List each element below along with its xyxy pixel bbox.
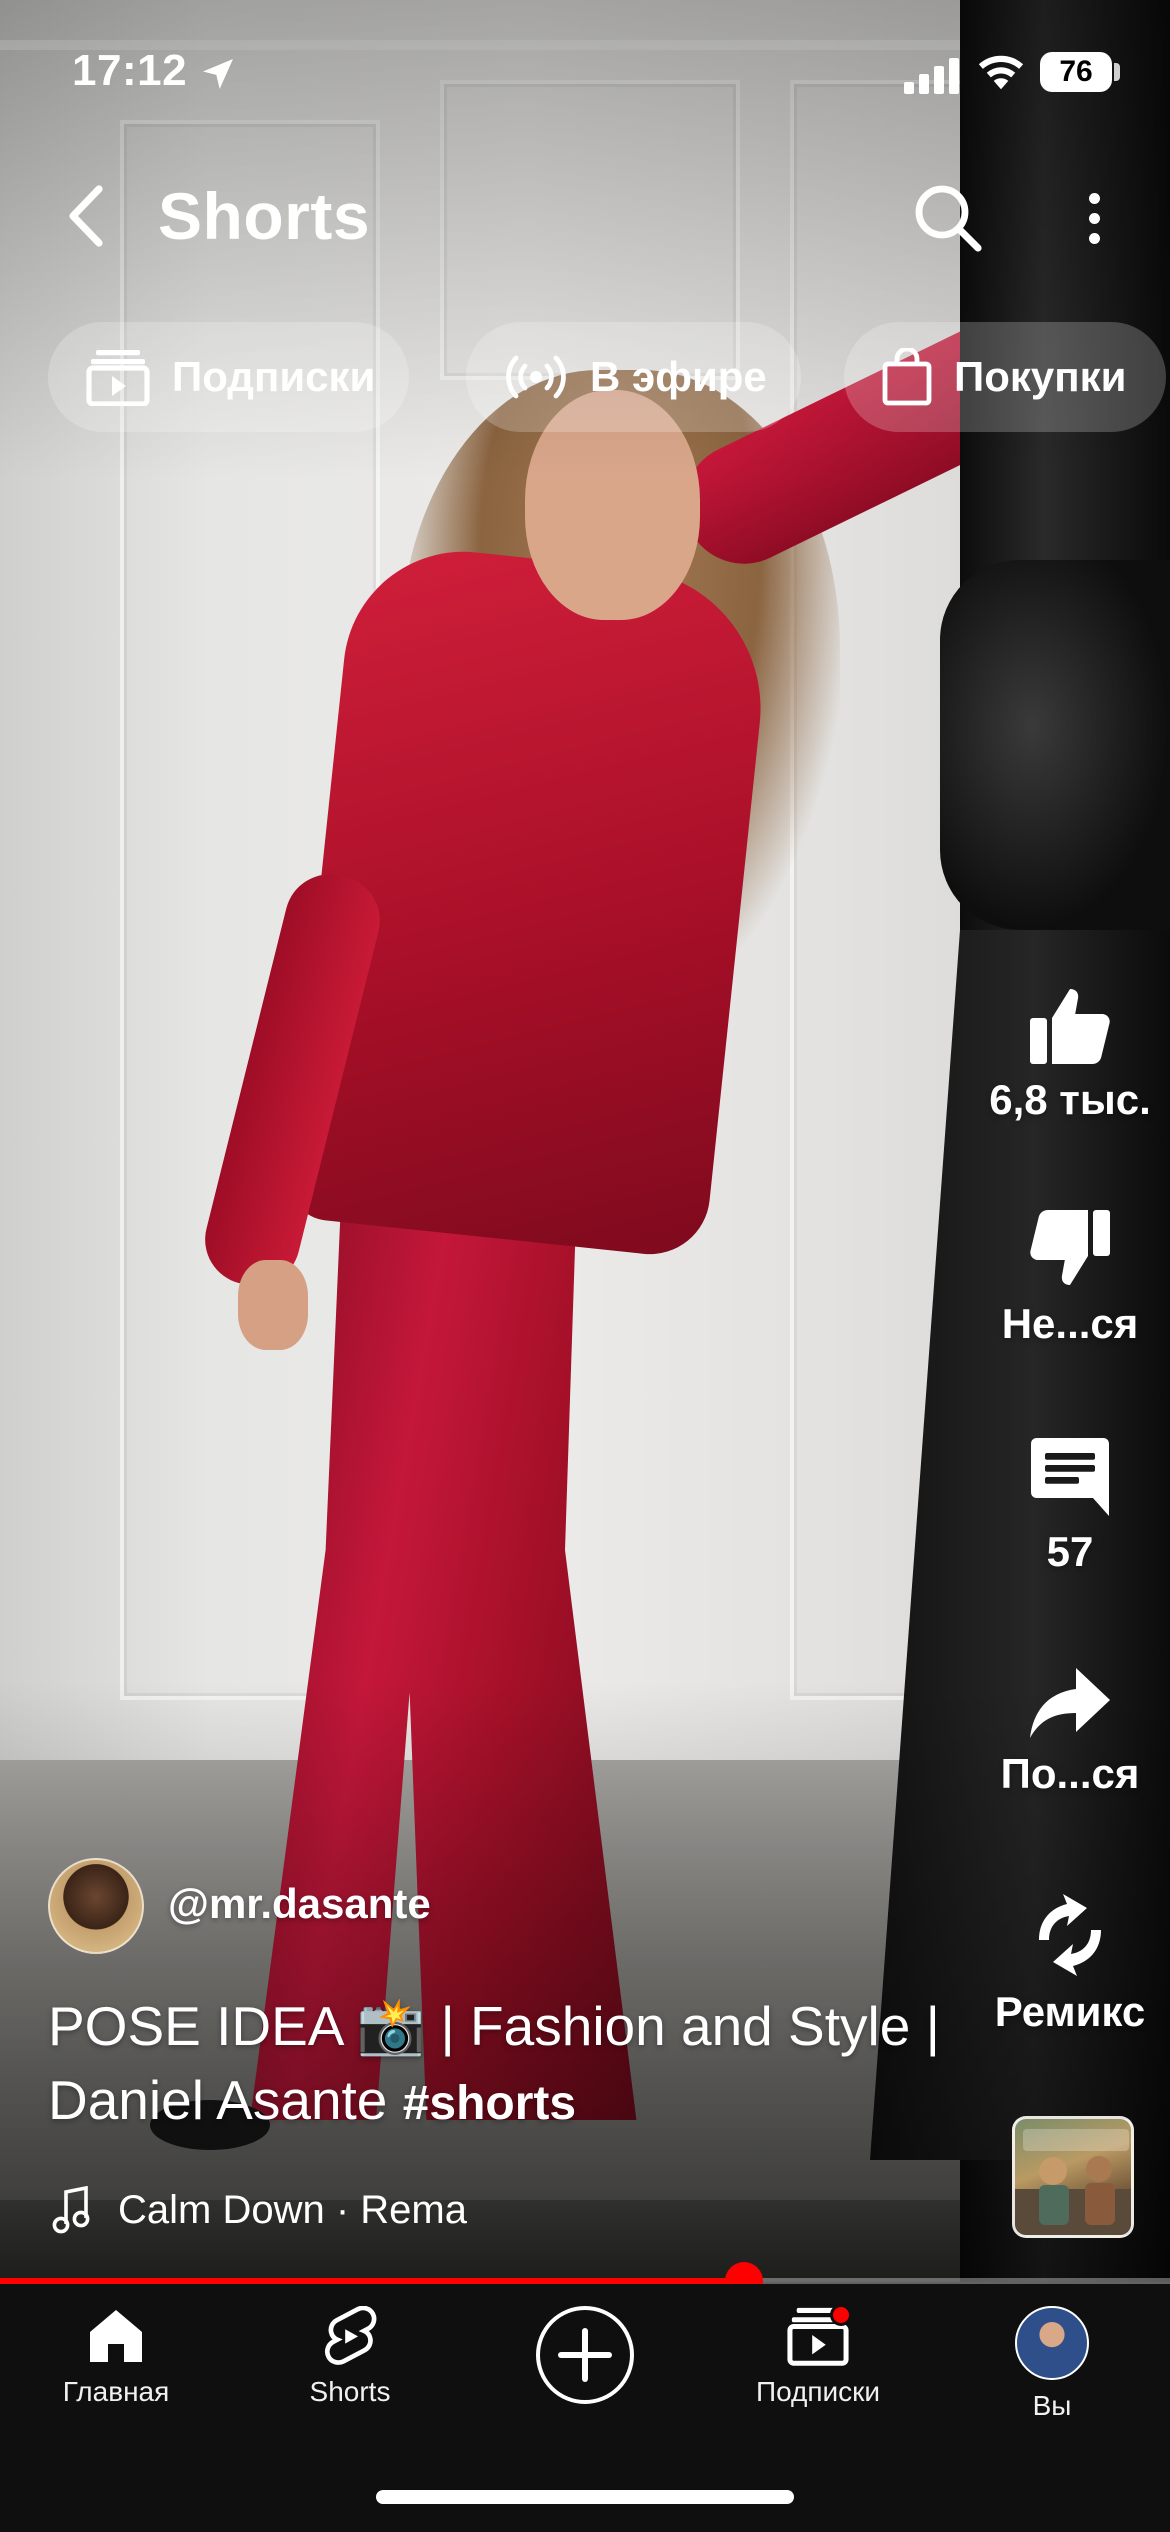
channel-avatar[interactable] <box>48 1858 144 1954</box>
dislike-label: Не...ся <box>1001 1300 1139 1347</box>
bottom-tab-bar: Главная Shorts Подписки Вы <box>0 2284 1170 2532</box>
chip-subscriptions[interactable]: Подписки <box>48 322 410 432</box>
hashtag-link[interactable]: #shorts <box>403 2077 576 2130</box>
live-broadcast-icon <box>506 355 566 399</box>
remix-label: Ремикс <box>994 1988 1146 2035</box>
search-icon[interactable] <box>910 180 986 256</box>
more-dot <box>1088 212 1100 224</box>
battery-nub <box>1114 63 1120 81</box>
create-plus-icon <box>558 2328 612 2382</box>
more-dot <box>1088 232 1100 244</box>
tab-you[interactable]: Вы <box>942 2306 1162 2422</box>
chip-label: В эфире <box>590 353 767 400</box>
remix-button[interactable]: Ремикс <box>970 1892 1170 2036</box>
wifi-icon <box>978 55 1024 90</box>
tab-subscriptions[interactable]: Подписки <box>708 2304 928 2408</box>
tab-home[interactable]: Главная <box>6 2306 226 2408</box>
home-indicator <box>376 2490 794 2504</box>
dislike-button[interactable]: Не...ся <box>970 1208 1170 1348</box>
more-options-button[interactable] <box>1072 180 1116 256</box>
chevron-left-icon <box>69 185 103 247</box>
video-title-line-2[interactable]: Daniel Asante #shorts <box>48 2068 576 2132</box>
back-button[interactable] <box>52 176 122 256</box>
share-button[interactable]: По...ся <box>970 1666 1170 1798</box>
chip-shopping[interactable]: Покупки <box>844 322 1167 432</box>
shopping-bag-icon <box>882 348 932 406</box>
tab-label: Вы <box>1032 2390 1072 2421</box>
home-icon <box>90 2310 142 2362</box>
remix-icon <box>1039 1894 1101 1976</box>
sound-remix-thumbnail[interactable] <box>1012 2116 1134 2238</box>
thumbs-up-icon <box>1030 989 1110 1064</box>
comment-icon <box>1031 1438 1109 1516</box>
page-title: Shorts <box>158 179 371 253</box>
more-dot <box>1088 192 1100 204</box>
chip-live[interactable]: В эфире <box>466 322 801 432</box>
like-count: 6,8 тыс. <box>989 1076 1151 1123</box>
tab-label: Главная <box>62 2376 170 2407</box>
notification-dot <box>830 2304 852 2326</box>
video-title-line-1[interactable]: POSE IDEA 📸 | Fashion and Style | <box>48 1994 940 2059</box>
subscriptions-icon <box>86 350 150 406</box>
share-arrow-icon <box>1030 1668 1110 1738</box>
music-title: Calm Down · Rema <box>118 2187 467 2232</box>
create-button[interactable] <box>536 2306 634 2404</box>
status-bar: 17:12 76 <box>0 0 1170 150</box>
location-arrow-icon <box>203 59 233 89</box>
tab-shorts[interactable]: Shorts <box>240 2306 460 2408</box>
tab-label: Подписки <box>755 2376 881 2407</box>
cellular-signal-icon <box>904 58 959 94</box>
like-button[interactable]: 6,8 тыс. <box>970 984 1170 1124</box>
video-title-text: Daniel Asante <box>48 2069 388 2131</box>
lamp-post-ornament <box>940 560 1170 930</box>
share-label: По...ся <box>1000 1750 1140 1797</box>
comments-button[interactable]: 57 <box>970 1436 1170 1576</box>
thumbs-down-icon <box>1030 1210 1110 1285</box>
battery-indicator: 76 <box>1040 52 1112 92</box>
status-time: 17:12 <box>72 46 188 95</box>
comment-count: 57 <box>1046 1528 1094 1575</box>
user-avatar <box>1015 2306 1089 2380</box>
channel-handle[interactable]: @mr.dasante <box>168 1880 431 1928</box>
shorts-icon <box>324 2306 377 2365</box>
chip-label: Подписки <box>172 353 376 400</box>
tab-label: Shorts <box>309 2376 391 2407</box>
thumbnail-artwork <box>1015 2129 1131 2235</box>
chip-label: Покупки <box>954 353 1127 400</box>
music-attribution[interactable]: Calm Down · Rema <box>52 2182 467 2238</box>
music-note-icon <box>52 2186 90 2234</box>
